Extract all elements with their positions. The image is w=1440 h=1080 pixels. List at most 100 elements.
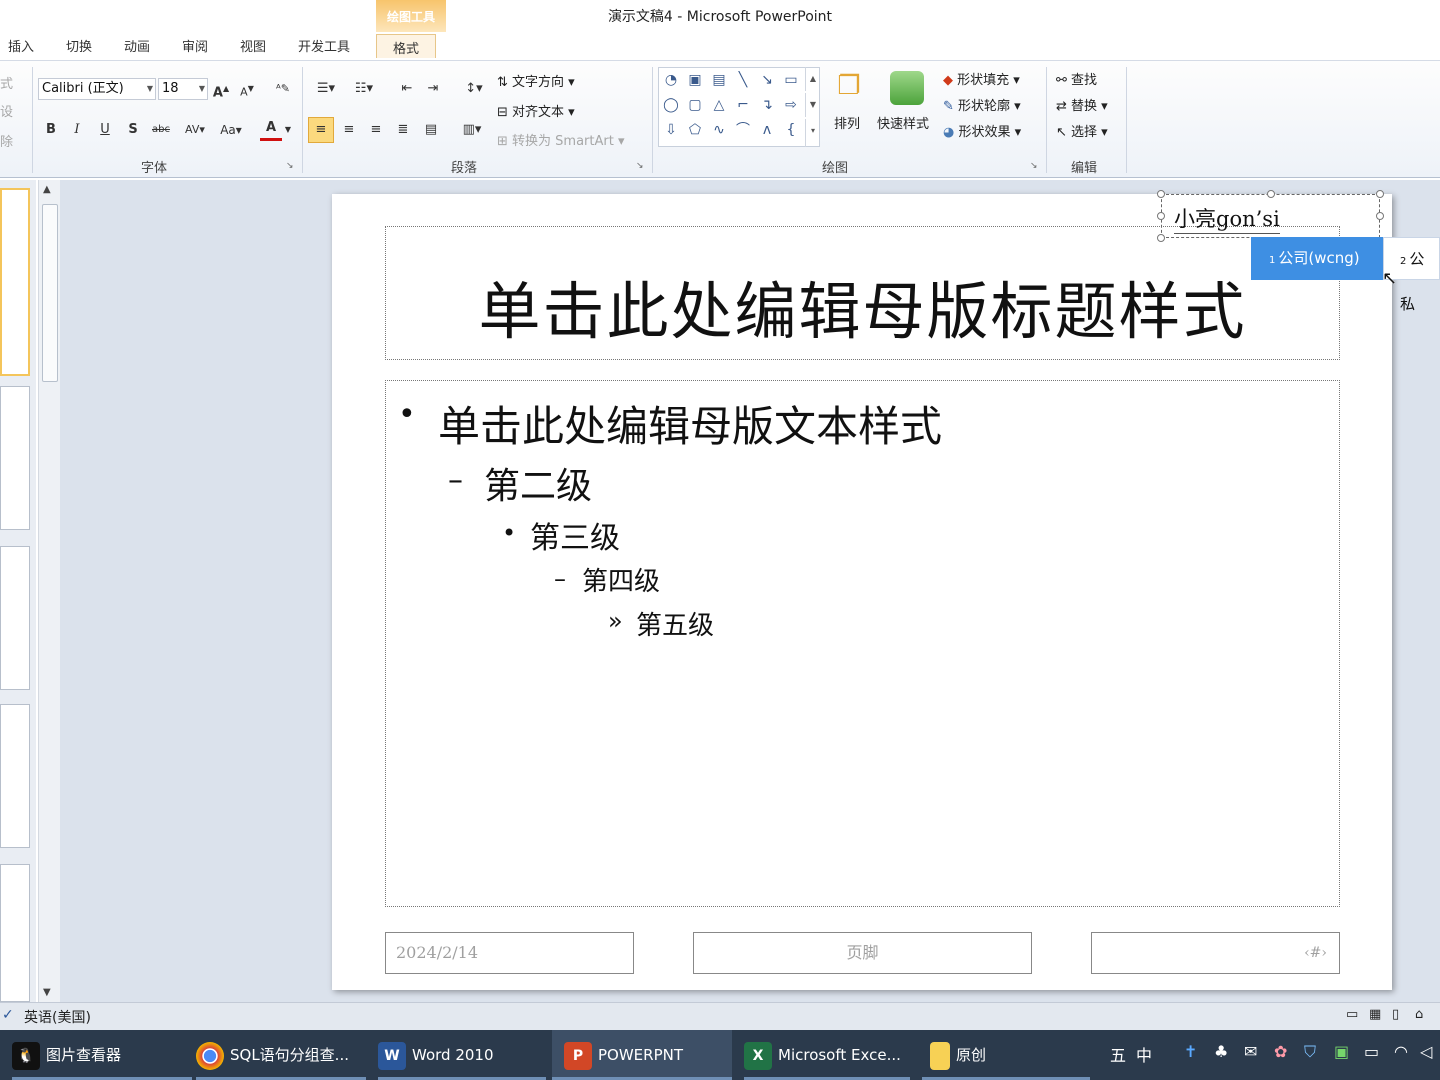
partial-item-2[interactable]: 设 [0,101,13,120]
title-placeholder[interactable]: 单击此处编辑母版标题样式 [385,226,1340,360]
qq-tray-icon[interactable]: ♣ [1214,1042,1228,1061]
shape-right-arrow-icon[interactable]: ⇨ [781,95,801,115]
align-left-icon[interactable]: ≡ [308,117,334,143]
align-text-button[interactable]: ⊟ 对齐文本 ▾ [497,101,575,120]
gallery-more-icon[interactable]: ▾ [805,119,820,147]
bold-button[interactable]: B [40,119,62,141]
slide-sorter-icon[interactable]: ▦ [1369,1007,1381,1022]
slide-number-placeholder[interactable]: ‹#› [1091,932,1340,974]
font-size-combo[interactable]: 18 ▼ [158,78,208,100]
nvidia-icon[interactable]: ▣ [1334,1042,1349,1061]
replace-button[interactable]: ⇄ 替换 ▾ [1056,95,1108,114]
taskbar-item-word[interactable]: W Word 2010 [378,1030,546,1080]
select-button[interactable]: ↖ 选择 ▾ [1056,121,1108,140]
scroll-up-icon[interactable]: ▲ [43,184,51,195]
clear-formatting-icon[interactable]: ᴬ✎ [272,78,294,100]
tab-transitions[interactable]: 切换 [66,36,92,55]
resize-handle[interactable] [1267,190,1275,198]
taskbar-item-folder[interactable]: 原创 [922,1030,1090,1080]
shield-icon[interactable]: ⛉ [1304,1042,1316,1062]
shape-oval-icon[interactable]: ◯ [661,95,681,115]
flower-icon[interactable]: ✿ [1274,1042,1287,1061]
shrink-font-button[interactable]: A▼ [236,78,258,100]
numbering-icon[interactable]: ☷▾ [348,78,380,100]
taskbar-item-powerpoint[interactable]: P POWERPNT [552,1030,732,1080]
scroll-down-icon[interactable]: ▼ [43,987,51,998]
shape-arc-icon[interactable]: ◔ [661,70,681,90]
taskbar-item-excel[interactable]: X Microsoft Exce... [744,1030,910,1080]
partial-item-1[interactable]: 式 [0,73,13,92]
bullets-icon[interactable]: ☰▾ [310,78,342,100]
font-color-button[interactable]: A [260,119,282,141]
body-placeholder[interactable]: • 单击此处编辑母版文本样式 – 第二级 • 第三级 – 第四级 » 第五级 [385,380,1340,907]
text-direction-button[interactable]: ⇅ 文字方向 ▾ [497,71,575,90]
resize-handle[interactable] [1376,212,1384,220]
shape-outline-button[interactable]: ✎ 形状轮廓 ▾ [943,95,1021,114]
shape-pentagon-icon[interactable]: ⬠ [685,120,705,140]
grow-font-button[interactable]: A▲ [210,78,232,100]
slide-master[interactable]: 单击此处编辑母版标题样式 • 单击此处编辑母版文本样式 – 第二级 • 第三级 … [332,194,1392,990]
ime-mode-indicator[interactable]: 五 [1110,1042,1126,1066]
volume-icon[interactable]: ◁ [1420,1042,1432,1061]
shape-rounded-rect-icon[interactable]: ▢ [685,95,705,115]
align-right-icon[interactable]: ≡ [365,119,387,141]
taskbar-item-image-viewer[interactable]: 🐧 图片查看器 [12,1030,192,1080]
slide-thumbnail[interactable] [0,188,30,376]
shape-elbow-arrow-icon[interactable]: ↴ [757,95,777,115]
arrange-icon[interactable]: ❐ [832,71,866,105]
increase-indent-icon[interactable]: ⇥ [422,78,444,100]
slideshow-icon[interactable]: ⌂ [1415,1007,1423,1022]
line-spacing-icon[interactable]: ↕▾ [458,78,490,100]
align-center-icon[interactable]: ≡ [338,119,360,141]
shape-brace-icon[interactable]: { [781,120,801,140]
text-shadow-button[interactable]: S [122,119,144,141]
arrange-button[interactable]: 排列 [834,113,860,132]
footer-placeholder[interactable]: 页脚 [693,932,1032,974]
ime-language-indicator[interactable]: 中 [1136,1042,1152,1066]
shape-curve-icon[interactable]: ⌒ [733,120,753,140]
italic-button[interactable]: I [66,119,88,141]
slide-thumbnail[interactable] [0,864,30,1002]
wifi-icon[interactable]: ◠ [1394,1042,1408,1061]
chevron-down-icon[interactable]: ▼ [282,119,294,141]
gallery-down-icon[interactable]: ▼ [805,93,820,117]
tab-view[interactable]: 视图 [240,36,266,55]
scrollbar-thumb[interactable] [42,204,58,382]
normal-view-icon[interactable]: ▭ [1346,1007,1358,1022]
underline-button[interactable]: U [94,119,116,141]
text-box[interactable]: 小亮gon’si [1157,190,1384,242]
distributed-icon[interactable]: ▤ [420,119,442,141]
taskbar-item-chrome[interactable]: SQL语句分组查... [196,1030,366,1080]
date-placeholder[interactable]: 2024/2/14 [385,932,634,974]
text-box-content[interactable]: 小亮gon’si [1174,203,1280,234]
shape-wave-icon[interactable]: ᴧ [757,120,777,140]
shape-down-arrow-icon[interactable]: ⇩ [661,120,681,140]
shape-elbow-icon[interactable]: ⌐ [733,95,753,115]
spellcheck-icon[interactable]: ✓ [2,1007,14,1023]
shape-arrow-line-icon[interactable]: ↘ [757,70,777,90]
tab-animations[interactable]: 动画 [124,36,150,55]
dialog-launcher-icon[interactable]: ↘ [286,161,296,171]
decrease-indent-icon[interactable]: ⇤ [396,78,418,100]
tab-insert[interactable]: 插入 [8,36,34,55]
tab-format[interactable]: 格式 [376,34,437,58]
shape-fill-button[interactable]: ◆ 形状填充 ▾ [943,69,1020,88]
justify-icon[interactable]: ≣ [392,119,414,141]
resize-handle[interactable] [1157,190,1165,198]
tab-developer[interactable]: 开发工具 [298,36,350,55]
slide-thumbnail[interactable] [0,704,30,848]
resize-handle[interactable] [1376,190,1384,198]
quick-styles-icon[interactable] [890,71,924,105]
resize-handle[interactable] [1157,234,1165,242]
shape-textbox-icon[interactable]: ▤ [709,70,729,90]
message-icon[interactable]: ✉ [1244,1042,1257,1061]
partial-item-3[interactable]: 除 [0,131,13,150]
dialog-launcher-icon[interactable]: ↘ [1030,161,1040,171]
tab-review[interactable]: 审阅 [182,36,208,55]
shape-rectangle-icon[interactable]: ▭ [781,70,801,90]
reading-view-icon[interactable]: ▯ [1392,1007,1399,1022]
network-tool-icon[interactable]: ✝ [1184,1042,1197,1061]
shape-image-icon[interactable]: ▣ [685,70,705,90]
gallery-up-icon[interactable]: ▲ [805,67,820,91]
language-indicator[interactable]: 英语(美国) [24,1007,91,1027]
